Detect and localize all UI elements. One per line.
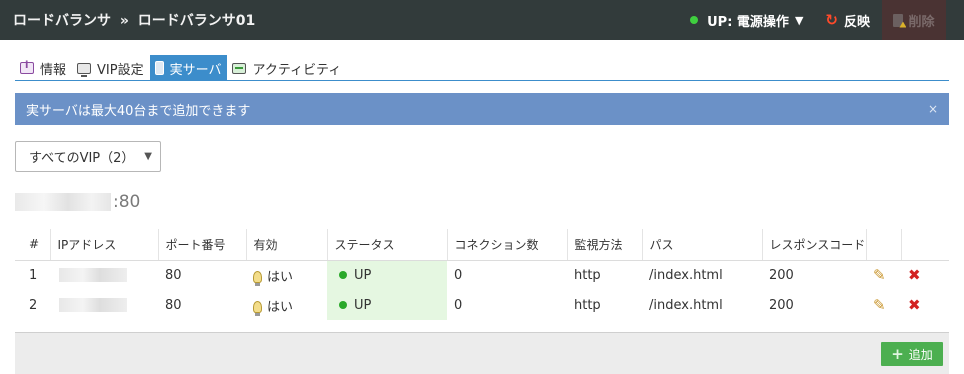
tab-underline	[15, 80, 949, 81]
refresh-icon: ↻	[825, 11, 838, 29]
add-label: 追加	[908, 347, 933, 362]
row-status: UP	[327, 290, 447, 320]
vip-group-heading: :80	[15, 191, 140, 213]
delete-label: 削除	[908, 14, 935, 30]
plus-icon: +	[891, 345, 904, 363]
row-method: http	[574, 297, 601, 313]
reflect-label: 反映	[843, 14, 870, 30]
status-dot-icon	[690, 16, 699, 24]
status-text: UP	[354, 267, 372, 283]
alert-message: 実サーバは最大40台まで追加できます	[26, 103, 251, 119]
col-edit	[866, 229, 902, 261]
close-icon[interactable]: ×	[928, 102, 938, 116]
power-menu-button[interactable]: UP: 電源操作 ▼	[690, 11, 803, 30]
delete-button[interactable]: 削除	[882, 0, 946, 40]
row-edit: ✎	[866, 260, 901, 290]
enabled-text: はい	[267, 299, 294, 315]
row-port: 80	[165, 297, 182, 313]
top-bar: ロードバランサ » ロードバランサ01 UP: 電源操作 ▼ ↻ 反映 削除	[0, 0, 964, 40]
col-ip: IPアドレス	[50, 229, 159, 261]
monitor-icon	[77, 62, 92, 77]
tab-label: 実サーバ	[169, 62, 222, 78]
row-response-code: 200	[769, 297, 794, 313]
table-row: 2 80 はい UP 0 http /index.html 200 ✎ ✖	[15, 290, 949, 320]
row-connections: 0	[454, 267, 463, 283]
row-ip	[50, 260, 158, 290]
row-edit: ✎	[866, 290, 901, 320]
reflect-button[interactable]: ↻ 反映	[825, 11, 870, 30]
pencil-icon[interactable]: ✎	[873, 296, 886, 314]
tab-info[interactable]: 情報	[15, 55, 72, 81]
pencil-icon[interactable]: ✎	[873, 266, 886, 284]
lightbulb-icon	[253, 270, 262, 286]
breadcrumb-separator: »	[119, 13, 129, 29]
row-port: 80	[165, 267, 182, 283]
breadcrumb: ロードバランサ » ロードバランサ01	[0, 10, 690, 30]
activity-icon	[232, 62, 247, 74]
row-method: http	[574, 267, 601, 283]
status-up-icon	[339, 300, 347, 309]
tab-label: アクティビティ	[252, 62, 342, 78]
redacted-ip	[59, 298, 127, 312]
row-enabled: はい	[246, 290, 327, 320]
delete-x-icon[interactable]: ✖	[908, 296, 921, 314]
status-text: UP	[354, 297, 372, 313]
row-delete: ✖	[901, 260, 949, 290]
vip-filter-select[interactable]: すべてのVIP（2） ▼	[15, 141, 161, 172]
redacted-ip	[59, 268, 127, 283]
status-up-icon	[339, 270, 347, 279]
trash-warning-icon	[893, 13, 904, 27]
table-footer: + 追加	[15, 332, 949, 374]
add-server-button[interactable]: + 追加	[881, 342, 943, 366]
server-icon	[154, 61, 164, 75]
caret-down-icon: ▼	[794, 13, 804, 27]
row-path: /index.html	[649, 297, 723, 313]
col-delete	[901, 229, 949, 261]
power-label: UP: 電源操作	[707, 14, 789, 30]
row-status: UP	[327, 260, 447, 290]
table-header-row: # IPアドレス ポート番号 有効 ステータス コネクション数 監視方法 パス …	[15, 229, 949, 261]
redacted-vip-address	[15, 193, 111, 211]
tab-vip-settings[interactable]: VIP設定	[72, 55, 150, 81]
col-path: パス	[642, 229, 763, 261]
lightbulb-icon	[253, 300, 262, 316]
vip-port: :80	[113, 192, 141, 212]
table-row: 1 80 はい UP 0 http /index.html 200 ✎ ✖	[15, 260, 949, 290]
row-index: 1	[29, 267, 38, 283]
tab-label: VIP設定	[97, 62, 144, 78]
col-status: ステータス	[327, 229, 448, 261]
tab-label: 情報	[40, 62, 67, 78]
row-ip	[50, 290, 158, 320]
row-response-code: 200	[769, 267, 794, 283]
col-enabled: 有効	[246, 229, 328, 261]
col-response-code: レスポンスコード	[762, 229, 867, 261]
delete-x-icon[interactable]: ✖	[908, 266, 921, 284]
row-index: 2	[29, 297, 38, 313]
chevron-down-icon: ▼	[144, 151, 152, 162]
info-alert: 実サーバは最大40台まで追加できます ×	[15, 93, 949, 125]
real-server-table: # IPアドレス ポート番号 有効 ステータス コネクション数 監視方法 パス …	[15, 229, 949, 320]
breadcrumb-current: ロードバランサ01	[137, 13, 256, 29]
tab-bar: 情報 VIP設定 実サーバ アクティビティ	[15, 55, 347, 81]
tab-real-servers[interactable]: 実サーバ	[149, 55, 228, 81]
row-enabled: はい	[246, 260, 327, 290]
row-connections: 0	[454, 297, 463, 313]
row-path: /index.html	[649, 267, 723, 283]
tab-activity[interactable]: アクティビティ	[227, 55, 347, 81]
breadcrumb-root[interactable]: ロードバランサ	[13, 13, 111, 29]
info-icon	[20, 60, 34, 74]
col-index: #	[15, 229, 51, 261]
row-delete: ✖	[901, 290, 949, 320]
col-port: ポート番号	[158, 229, 247, 261]
vip-filter-value: すべてのVIP（2）	[29, 151, 135, 166]
col-connections: コネクション数	[447, 229, 568, 261]
col-method: 監視方法	[567, 229, 643, 261]
enabled-text: はい	[267, 269, 294, 285]
